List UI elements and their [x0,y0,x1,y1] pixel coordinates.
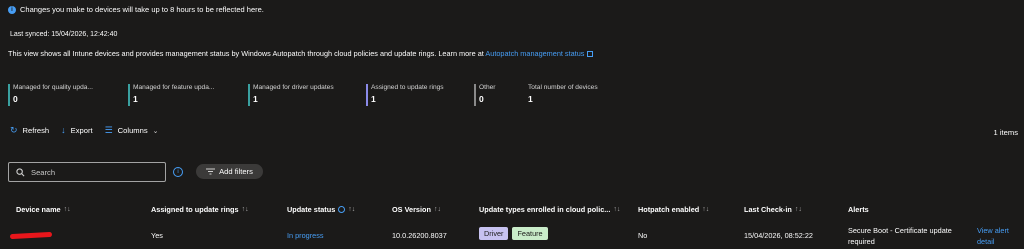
toolbar: ↻ Refresh ↓ Export ☰ Columns ⌄ [10,125,159,136]
stat-value: 0 [479,94,484,104]
sort-icon: ↑↓ [613,206,621,213]
header-label: Alerts [848,205,869,214]
stat-quality[interactable]: Managed for quality upda... 0 [8,84,93,106]
header-label: Update status [287,205,336,214]
stat-value: 1 [528,94,533,104]
external-link-icon [587,51,594,58]
stat-value: 1 [133,94,138,104]
stat-value: 1 [371,94,376,104]
header-update-status[interactable]: Update status ↑↓ [287,205,355,214]
stat-label: Assigned to update rings [371,84,444,91]
refresh-label: Refresh [22,126,50,135]
header-device-name[interactable]: Device name ↑↓ [16,205,71,214]
search-box [8,162,166,182]
stat-feature[interactable]: Managed for feature upda... 1 [128,84,214,106]
header-label: Assigned to update rings [151,205,239,214]
stat-value: 0 [13,94,18,104]
cell-last-checkin: 15/04/2026, 08:52:22 [744,231,813,240]
chevron-down-icon: ⌄ [152,127,159,135]
header-assigned-rings[interactable]: Assigned to update rings ↑↓ [151,205,249,214]
stat-label: Other [479,84,496,91]
feature-badge: Feature [512,227,548,240]
sort-icon: ↑↓ [348,206,356,213]
download-icon: ↓ [61,125,66,135]
last-synced: Last synced: 15/04/2026, 12:42:40 [10,31,118,38]
search-input[interactable] [31,167,161,177]
stat-total: Total number of devices 1 [523,84,598,106]
info-banner: i Changes you make to devices will take … [8,5,264,14]
action-line-2: detail [977,237,995,246]
sort-icon: ↑↓ [63,206,71,213]
export-button[interactable]: ↓ Export [61,125,93,136]
redacted-device-name[interactable] [9,231,53,240]
sort-icon: ↑↓ [794,206,802,213]
refresh-button[interactable]: ↻ Refresh [10,125,50,136]
header-last-checkin[interactable]: Last Check-in ↑↓ [744,205,802,214]
stat-driver[interactable]: Managed for driver updates 1 [248,84,334,106]
filter-icon [206,168,216,175]
info-text: Changes you make to devices will take up… [20,5,264,14]
cell-update-types: Driver Feature [479,227,552,240]
action-line-1: View alert [977,226,1009,235]
sort-icon: ↑↓ [702,206,710,213]
stat-label: Total number of devices [528,84,598,91]
cell-assigned-rings: Yes [151,231,163,240]
sort-icon: ↑↓ [241,206,249,213]
header-os-version[interactable]: OS Version ↑↓ [392,205,441,214]
export-label: Export [70,126,93,135]
stat-bar [474,84,476,106]
add-filters-label: Add filters [219,167,253,176]
info-icon [338,206,346,213]
header-alerts: Alerts [848,205,869,214]
stat-bar [128,84,130,106]
header-label: OS Version [392,205,431,214]
header-label: Hotpatch enabled [638,205,700,214]
help-icon[interactable]: i [173,167,183,177]
items-count: 1 items [993,128,1018,137]
autopatch-status-link[interactable]: Autopatch management status [485,49,584,58]
description: This view shows all Intune devices and p… [8,49,594,58]
stat-value: 1 [253,94,258,104]
cell-os-version: 10.0.26200.8037 [392,231,447,240]
view-alert-detail-link[interactable]: View alert detail [977,225,1009,247]
stat-other[interactable]: Other 0 [474,84,496,106]
stat-label: Managed for quality upda... [13,84,93,91]
sort-icon: ↑↓ [433,206,441,213]
stat-bar [8,84,10,106]
stat-label: Managed for driver updates [253,84,334,91]
add-filters-button[interactable]: Add filters [196,164,263,179]
description-text: This view shows all Intune devices and p… [8,49,486,58]
stat-label: Managed for feature upda... [133,84,215,91]
refresh-icon: ↻ [10,125,18,135]
header-hotpatch[interactable]: Hotpatch enabled ↑↓ [638,205,709,214]
header-label: Device name [16,205,61,214]
cell-hotpatch: No [638,231,648,240]
columns-button[interactable]: ☰ Columns ⌄ [104,125,159,136]
columns-icon: ☰ [104,125,113,135]
header-label: Last Check-in [744,205,792,214]
columns-label: Columns [117,126,148,135]
update-status-link[interactable]: In progress [287,231,324,240]
search-icon [16,167,25,176]
header-label: Update types enrolled in cloud polic... [479,205,611,214]
header-update-types[interactable]: Update types enrolled in cloud polic... ↑… [479,205,620,214]
stat-bar [523,84,525,106]
cell-alert: Secure Boot - Certificate update require… [848,225,952,247]
info-icon: i [8,5,16,14]
stat-update-rings[interactable]: Assigned to update rings 1 [366,84,444,106]
stat-bar [248,84,250,106]
stat-bar [366,84,368,106]
alert-line-1: Secure Boot - Certificate update [848,226,952,235]
driver-badge: Driver [479,227,509,240]
alert-line-2: required [848,237,875,246]
